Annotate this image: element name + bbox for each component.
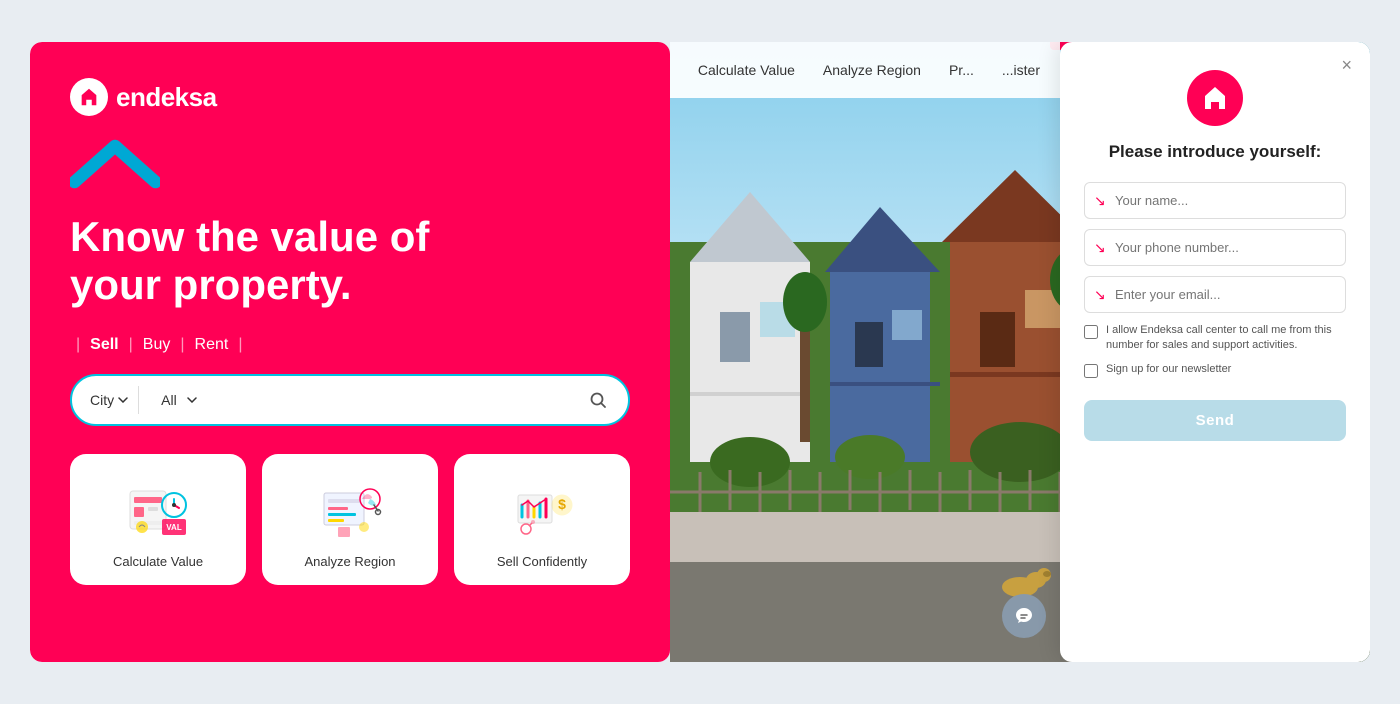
city-label: City xyxy=(90,392,114,408)
nav-register[interactable]: ...ister xyxy=(1002,62,1040,78)
name-input-icon: ↘ xyxy=(1094,192,1106,209)
email-input[interactable] xyxy=(1084,276,1346,313)
tab-sell[interactable]: Sell xyxy=(86,334,122,356)
calculate-value-card[interactable]: VAL Calculate Value xyxy=(70,454,246,585)
allow-calls-checkbox[interactable] xyxy=(1084,325,1098,339)
newsletter-checkbox[interactable] xyxy=(1084,364,1098,378)
logo-area: endeksa xyxy=(70,78,630,116)
feature-cards: VAL Calculate Value xyxy=(70,454,630,585)
phone-input-group: ↘ xyxy=(1084,229,1346,266)
nav-bar: Calculate Value Analyze Region Pr... ...… xyxy=(670,42,1060,98)
tab-rent[interactable]: Rent xyxy=(191,334,233,356)
svg-text:VAL: VAL xyxy=(166,523,182,532)
main-wrapper: endeksa Know the value of your property.… xyxy=(30,42,1370,662)
chat-button[interactable] xyxy=(1002,594,1046,638)
hero-heading: Know the value of your property. xyxy=(70,213,630,310)
phone-input-icon: ↘ xyxy=(1094,239,1106,256)
logo-text: endeksa xyxy=(116,82,217,113)
name-input-group: ↘ xyxy=(1084,182,1346,219)
city-dropdown[interactable]: City xyxy=(80,386,139,414)
email-input-group: ↘ xyxy=(1084,276,1346,313)
calculate-illustration: VAL xyxy=(118,474,198,544)
email-input-icon: ↘ xyxy=(1094,286,1106,303)
modal-title: Please introduce yourself: xyxy=(1109,142,1322,162)
nav-calculate[interactable]: Calculate Value xyxy=(698,62,795,78)
sell-illustration: $ xyxy=(502,474,582,544)
calculate-label: Calculate Value xyxy=(113,554,203,569)
sell-confidently-card[interactable]: $ Sell Confidently xyxy=(454,454,630,585)
allow-calls-label: I allow Endeksa call center to call me f… xyxy=(1106,323,1346,354)
svg-text:$: $ xyxy=(558,496,566,512)
search-button[interactable] xyxy=(580,382,616,418)
all-dropdown[interactable]: All xyxy=(147,386,572,414)
newsletter-checkbox-group: Sign up for our newsletter xyxy=(1084,362,1346,378)
modal-logo xyxy=(1187,70,1243,126)
analyze-region-card[interactable]: Analyze Region xyxy=(262,454,438,585)
analyze-illustration xyxy=(310,474,390,544)
newsletter-label: Sign up for our newsletter xyxy=(1106,362,1231,377)
allow-calls-checkbox-group: I allow Endeksa call center to call me f… xyxy=(1084,323,1346,354)
send-button[interactable]: Send xyxy=(1084,400,1346,441)
phone-input[interactable] xyxy=(1084,229,1346,266)
all-label: All xyxy=(161,392,177,408)
chevron-icon xyxy=(70,136,630,197)
nav-analyze[interactable]: Analyze Region xyxy=(823,62,921,78)
pink-panel: endeksa Know the value of your property.… xyxy=(30,42,670,662)
modal-close-button[interactable]: × xyxy=(1341,56,1352,74)
name-input[interactable] xyxy=(1084,182,1346,219)
search-bar: City All xyxy=(70,374,630,426)
sell-label: Sell Confidently xyxy=(497,554,587,569)
tab-nav: | Sell | Buy | Rent | xyxy=(70,334,630,356)
analyze-label: Analyze Region xyxy=(304,554,395,569)
nav-pricing[interactable]: Pr... xyxy=(949,62,974,78)
logo-icon xyxy=(70,78,108,116)
modal-panel: × Please introduce yourself: ↘ ↘ ↘ I all… xyxy=(1060,42,1370,662)
tab-buy[interactable]: Buy xyxy=(139,334,175,356)
